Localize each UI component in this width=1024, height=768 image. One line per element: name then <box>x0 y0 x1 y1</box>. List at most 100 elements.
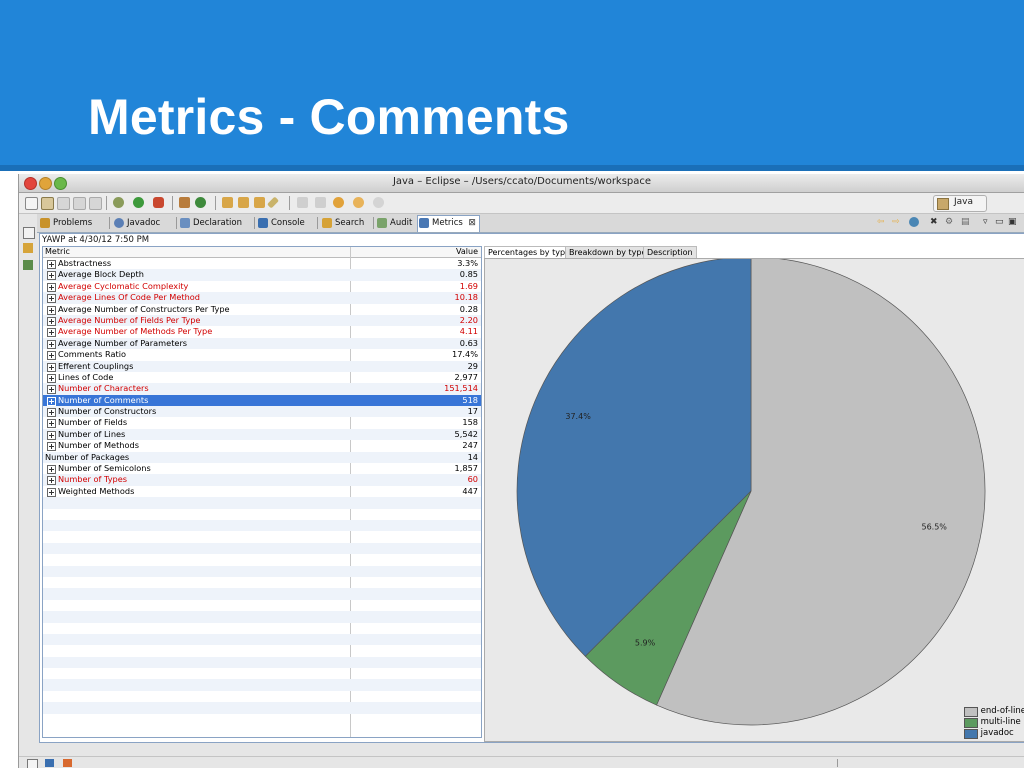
new-icon[interactable] <box>25 197 38 210</box>
javadoc-icon <box>114 218 124 228</box>
expand-icon[interactable] <box>47 408 56 418</box>
expand-icon[interactable] <box>47 294 56 304</box>
debug-icon[interactable] <box>113 197 124 208</box>
external-tools-icon[interactable] <box>153 197 164 208</box>
column-header-metric[interactable]: Metric <box>45 247 70 256</box>
new-class-icon[interactable] <box>195 197 206 208</box>
expand-icon[interactable] <box>47 271 56 281</box>
new-java-project-icon[interactable] <box>179 197 190 208</box>
expand-icon[interactable] <box>47 396 56 406</box>
forward-disabled-icon[interactable] <box>373 197 384 208</box>
open-task-icon[interactable] <box>238 197 249 208</box>
metric-value: 14 <box>467 451 478 462</box>
save-all-icon[interactable] <box>73 197 86 210</box>
table-row[interactable]: Lines of Code 2,977 <box>43 372 481 383</box>
metric-name: Number of Packages <box>45 451 130 462</box>
calculate-icon[interactable] <box>909 217 919 227</box>
save-icon[interactable] <box>57 197 70 210</box>
table-row[interactable]: Average Number of Fields Per Type 2.20 <box>43 314 481 327</box>
forward-icon[interactable] <box>353 197 364 208</box>
table-row[interactable]: Average Lines Of Code Per Method 10.18 <box>43 292 481 304</box>
hierarchy-icon[interactable] <box>23 260 33 270</box>
table-row[interactable]: Number of Characters 151,514 <box>43 383 481 395</box>
search-toolbar-icon[interactable] <box>254 197 265 208</box>
table-row[interactable]: Average Block Depth 0.85 <box>43 269 481 281</box>
expand-icon[interactable] <box>47 430 56 440</box>
package-explorer-icon[interactable] <box>23 243 33 253</box>
expand-icon[interactable] <box>47 487 56 497</box>
table-row[interactable]: Number of Types 60 <box>43 474 481 486</box>
tab-divider <box>317 217 318 229</box>
expand-icon[interactable] <box>47 476 56 486</box>
table-row[interactable]: Average Number of Methods Per Type 4.11 <box>43 326 481 338</box>
table-row[interactable]: Weighted Methods 447 <box>43 486 481 497</box>
view-menu-icon[interactable]: ▿ <box>983 217 988 229</box>
tab-javadoc[interactable]: Javadoc <box>113 216 160 230</box>
toolbar-separator <box>172 196 173 210</box>
table-row[interactable]: Number of Constructors 17 <box>43 406 481 418</box>
minimize-view-icon[interactable]: ▭ <box>995 217 1004 229</box>
column-header-value[interactable]: Value <box>456 247 478 256</box>
settings-icon[interactable]: ⚙ <box>945 217 953 229</box>
tab-declaration[interactable]: Declaration <box>179 216 242 230</box>
expand-icon[interactable] <box>47 328 56 338</box>
table-row[interactable]: Number of Lines 5,542 <box>43 428 481 441</box>
expand-icon[interactable] <box>47 316 56 326</box>
expand-icon[interactable] <box>47 260 56 269</box>
expand-icon[interactable] <box>47 339 56 349</box>
table-row[interactable]: Abstractness 3.3% <box>43 258 481 269</box>
print-icon[interactable] <box>89 197 102 210</box>
fast-view-icon[interactable] <box>27 759 38 768</box>
table-row[interactable]: Comments Ratio 17.4% <box>43 349 481 361</box>
metric-name: Abstractness <box>58 258 112 268</box>
tab-audit[interactable]: Audit <box>376 216 412 230</box>
empty-row <box>43 679 481 691</box>
table-row[interactable]: Number of Fields 158 <box>43 417 481 429</box>
expand-icon[interactable] <box>47 305 56 315</box>
console-status-icon[interactable] <box>45 759 54 767</box>
empty-row <box>43 531 481 542</box>
table-row[interactable]: Average Number of Parameters 0.63 <box>43 337 481 350</box>
export-icon[interactable]: ▤ <box>961 217 970 229</box>
table-row[interactable]: Average Cyclomatic Complexity 1.69 <box>43 281 481 292</box>
perspective-switcher[interactable]: Java <box>933 195 987 212</box>
expand-icon[interactable] <box>47 362 56 372</box>
pen-icon[interactable] <box>266 196 280 209</box>
tab-divider <box>254 217 255 229</box>
metrics-table[interactable]: Metric Value Abstractness 3.3% Average Blo… <box>42 246 482 738</box>
clear-icon[interactable]: ✖ <box>930 217 938 229</box>
tab-console[interactable]: Console <box>257 216 305 230</box>
chart-body: 56.5% 5.9% 37.4% end-of-line multi-line java… <box>484 258 1024 742</box>
tab-search[interactable]: Search <box>321 216 364 230</box>
table-row[interactable]: Number of Comments 518 <box>43 394 481 407</box>
next-annotation-icon[interactable] <box>297 197 308 208</box>
back-icon[interactable] <box>333 197 344 208</box>
new-dropdown-icon[interactable] <box>41 197 54 210</box>
metric-name: Number of Fields <box>58 417 128 428</box>
expand-icon[interactable] <box>47 282 56 292</box>
tab-metrics[interactable]: Metrics ⊠ <box>417 215 480 232</box>
restore-icon[interactable] <box>23 227 35 239</box>
expand-icon[interactable] <box>47 351 56 361</box>
maximize-view-icon[interactable]: ▣ <box>1008 217 1017 229</box>
back-arrow-icon[interactable]: ⇦ <box>877 217 885 229</box>
expand-icon[interactable] <box>47 385 56 395</box>
expand-icon[interactable] <box>47 419 56 429</box>
table-row[interactable]: Number of Semicolons 1,857 <box>43 463 481 475</box>
expand-icon[interactable] <box>47 373 56 383</box>
progress-icon[interactable] <box>63 759 72 767</box>
table-row[interactable]: Average Number of Constructors Per Type 0… <box>43 304 481 315</box>
close-tab-icon[interactable]: ⊠ <box>468 216 476 230</box>
expand-icon[interactable] <box>47 442 56 452</box>
legend-item-javadoc: javadoc <box>961 728 1024 739</box>
table-row[interactable]: Efferent Couplings 29 <box>43 360 481 372</box>
expand-icon[interactable] <box>47 465 56 475</box>
table-row[interactable]: Number of Methods 247 <box>43 440 481 452</box>
tab-label: Metrics <box>432 218 463 228</box>
table-row[interactable]: Number of Packages 14 <box>43 451 481 464</box>
prev-annotation-icon[interactable] <box>315 197 326 208</box>
forward-arrow-icon[interactable]: ⇨ <box>892 217 900 229</box>
open-type-icon[interactable] <box>222 197 233 208</box>
tab-problems[interactable]: Problems <box>39 216 92 230</box>
run-icon[interactable] <box>133 197 144 208</box>
